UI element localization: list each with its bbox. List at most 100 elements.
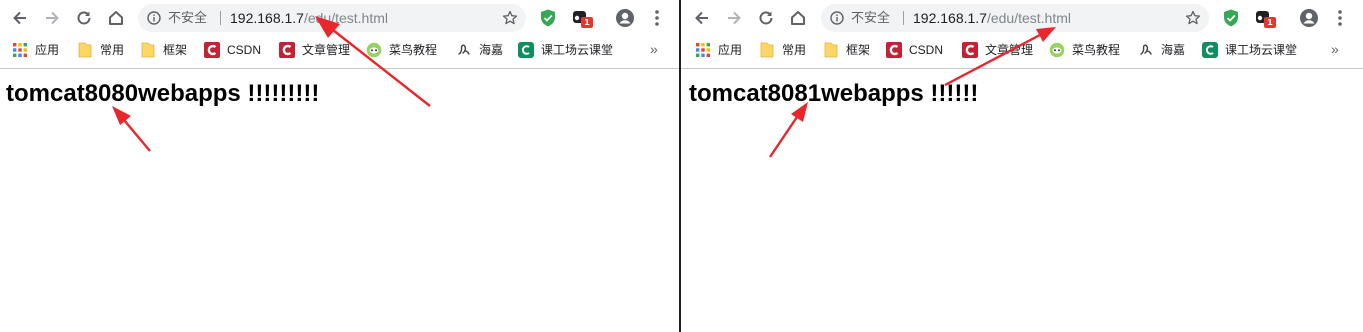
folder-icon xyxy=(759,42,775,58)
reload-icon xyxy=(759,11,773,25)
kgc-icon xyxy=(518,42,534,58)
profile-button[interactable] xyxy=(613,6,637,30)
bookmarks-overflow-chevron-icon[interactable]: » xyxy=(650,42,658,56)
url-text[interactable]: 192.168.1.7/edu/test.html xyxy=(913,9,1071,27)
star-icon[interactable] xyxy=(502,10,518,26)
bookmark-label: 框架 xyxy=(846,43,871,57)
bookmark-kgc[interactable]: 课工场云课堂 xyxy=(518,38,613,62)
arrow-left-icon xyxy=(695,11,708,25)
bookmark-apps[interactable]: 应用 xyxy=(695,38,742,62)
bookmark-folder-framework[interactable]: 框架 xyxy=(823,38,870,62)
browser-toolbar: 不安全 192.168.1.7/edu/test.html 1 xyxy=(681,0,1363,36)
reload-button[interactable] xyxy=(72,6,96,30)
extension-badge: 1 xyxy=(581,17,593,28)
bookmark-label: 应用 xyxy=(35,43,60,57)
script-icon xyxy=(1138,42,1154,58)
bookmark-label: 文章管理 xyxy=(985,43,1034,57)
security-status-label: 不安全 xyxy=(168,10,208,25)
account-icon xyxy=(1300,9,1318,27)
csdn-icon xyxy=(279,42,295,58)
url-host: 192.168.1.7 xyxy=(913,10,987,26)
csdn-icon xyxy=(886,42,902,58)
url-host: 192.168.1.7 xyxy=(230,10,304,26)
bookmark-csdn[interactable]: CSDN xyxy=(204,38,261,62)
bookmark-label: 海嘉 xyxy=(479,43,504,57)
menu-button[interactable] xyxy=(645,6,669,30)
bookmark-label: 常用 xyxy=(100,43,125,57)
shield-extension-icon[interactable] xyxy=(1223,9,1239,27)
bookmark-article-manage[interactable]: 文章管理 xyxy=(279,38,350,62)
bookmark-folder-framework[interactable]: 框架 xyxy=(140,38,187,62)
url-text[interactable]: 192.168.1.7/edu/test.html xyxy=(230,9,388,27)
back-button[interactable] xyxy=(690,6,714,30)
account-icon xyxy=(616,9,634,27)
address-bar[interactable]: 不安全 192.168.1.7/edu/test.html xyxy=(138,4,526,32)
bookmark-kgc[interactable]: 课工场云课堂 xyxy=(1202,38,1297,62)
bookmark-csdn[interactable]: CSDN xyxy=(886,38,943,62)
shield-extension-icon[interactable] xyxy=(540,9,556,27)
content-top-border xyxy=(0,68,679,69)
url-path: /edu/test.html xyxy=(303,10,389,26)
bookmark-haijia[interactable]: 海嘉 xyxy=(1138,38,1185,62)
omnibox-separator xyxy=(220,11,221,25)
script-icon xyxy=(456,42,472,58)
content-top-border xyxy=(681,68,1363,69)
bookmark-haijia[interactable]: 海嘉 xyxy=(456,38,503,62)
security-status-label: 不安全 xyxy=(851,10,891,25)
home-button[interactable] xyxy=(786,6,810,30)
folder-icon xyxy=(140,42,156,58)
info-icon[interactable] xyxy=(147,11,161,25)
arrow-left-icon xyxy=(13,11,26,25)
bookmark-label: 菜鸟教程 xyxy=(389,43,438,57)
bookmark-label: 文章管理 xyxy=(302,43,351,57)
more-vertical-icon xyxy=(655,10,659,26)
bookmark-folder-common[interactable]: 常用 xyxy=(77,38,124,62)
bookmark-apps[interactable]: 应用 xyxy=(12,38,59,62)
browser-toolbar: 不安全 192.168.1.7/edu/test.html 1 xyxy=(0,0,679,36)
bookmarks-bar: 应用 常用 框架 CSDN 文章管理 菜鸟教程 海嘉 课工场云课堂 xyxy=(0,38,679,62)
browser-window-left: 不安全 192.168.1.7/edu/test.html 1 应用 常用 框架 xyxy=(0,0,679,332)
address-bar[interactable]: 不安全 192.168.1.7/edu/test.html xyxy=(821,4,1209,32)
runoob-icon xyxy=(1049,42,1065,58)
bookmark-runoob[interactable]: 菜鸟教程 xyxy=(366,38,437,62)
page-heading: tomcat8081webapps !!!!!! xyxy=(689,80,979,107)
csdn-icon xyxy=(962,42,978,58)
url-path: /edu/test.html xyxy=(986,10,1072,26)
arrow-right-icon xyxy=(728,11,741,25)
bookmark-label: CSDN xyxy=(909,43,944,57)
bookmark-label: 海嘉 xyxy=(1161,43,1186,57)
profile-button[interactable] xyxy=(1297,6,1321,30)
bookmarks-overflow-chevron-icon[interactable]: » xyxy=(1331,42,1339,56)
home-icon xyxy=(791,11,805,25)
bookmark-article-manage[interactable]: 文章管理 xyxy=(962,38,1033,62)
browser-window-right: 不安全 192.168.1.7/edu/test.html 1 应用 常用 框架 xyxy=(681,0,1363,332)
runoob-icon xyxy=(366,42,382,58)
bookmark-label: 应用 xyxy=(718,43,743,57)
extension-badge: 1 xyxy=(1264,17,1276,28)
omnibox-separator xyxy=(903,11,904,25)
bookmarks-bar: 应用 常用 框架 CSDN 文章管理 菜鸟教程 海嘉 课工场云课堂 xyxy=(681,38,1363,62)
forward-button[interactable] xyxy=(722,6,746,30)
bookmark-label: 课工场云课堂 xyxy=(1225,43,1298,57)
reload-button[interactable] xyxy=(754,6,778,30)
home-button[interactable] xyxy=(104,6,128,30)
bookmark-label: CSDN xyxy=(227,43,262,57)
star-icon[interactable] xyxy=(1185,10,1201,26)
back-button[interactable] xyxy=(8,6,32,30)
menu-button[interactable] xyxy=(1328,6,1352,30)
folder-icon xyxy=(823,42,839,58)
forward-button[interactable] xyxy=(40,6,64,30)
bookmark-label: 常用 xyxy=(782,43,807,57)
page-heading: tomcat8080webapps !!!!!!!!! xyxy=(6,80,320,107)
bookmark-label: 框架 xyxy=(163,43,188,57)
home-icon xyxy=(109,11,123,25)
more-vertical-icon xyxy=(1338,10,1342,26)
kgc-icon xyxy=(1202,42,1218,58)
folder-icon xyxy=(77,42,93,58)
csdn-icon xyxy=(204,42,220,58)
bookmark-folder-common[interactable]: 常用 xyxy=(759,38,806,62)
apps-grid-icon xyxy=(695,42,711,58)
info-icon[interactable] xyxy=(830,11,844,25)
bookmark-label: 课工场云课堂 xyxy=(541,43,614,57)
bookmark-runoob[interactable]: 菜鸟教程 xyxy=(1049,38,1120,62)
